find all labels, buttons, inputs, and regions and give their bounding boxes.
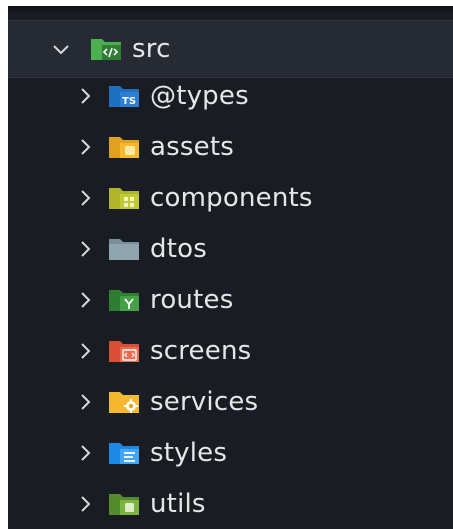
tree-row-services[interactable]: services	[8, 376, 453, 427]
folder-label-utils: utils	[150, 488, 206, 519]
folder-assets-icon	[108, 134, 140, 160]
folder-routes-icon	[108, 287, 140, 313]
ts-badge-text: TS	[122, 96, 136, 107]
folder-label-src: src	[132, 34, 171, 64]
folder-components-icon	[108, 185, 140, 211]
folder-label-components: components	[150, 182, 313, 213]
folder-label-assets: assets	[150, 131, 234, 162]
tree-row-dtos[interactable]: dtos	[8, 223, 453, 274]
folder-styles-icon	[108, 440, 140, 466]
folder-label-screens: screens	[150, 335, 252, 366]
folder-label-routes: routes	[150, 284, 234, 315]
chevron-right-icon[interactable]	[74, 493, 96, 515]
tree-row-routes[interactable]: routes	[8, 274, 453, 325]
chevron-right-icon[interactable]	[74, 340, 96, 362]
chevron-right-icon[interactable]	[74, 391, 96, 413]
tree-row-styles[interactable]: styles	[8, 427, 453, 478]
chevron-right-icon[interactable]	[74, 442, 96, 464]
tree-row-components[interactable]: components	[8, 172, 453, 223]
folder-services-icon	[108, 389, 140, 415]
folder-utils-icon	[108, 491, 140, 517]
explorer-top-edge	[8, 6, 453, 14]
folder-screens-icon	[108, 338, 140, 364]
folder-label-styles: styles	[150, 437, 228, 468]
tree-row-assets[interactable]: assets	[8, 121, 453, 172]
folder-typescript-icon: TS	[108, 83, 140, 109]
tree-row-types[interactable]: TS @types	[8, 70, 453, 121]
chevron-right-icon[interactable]	[74, 289, 96, 311]
folder-generic-icon	[108, 236, 140, 262]
folder-label-types: @types	[150, 80, 249, 111]
tree-row-utils[interactable]: utils	[8, 478, 453, 529]
folder-src-icon	[90, 36, 122, 62]
chevron-right-icon[interactable]	[74, 187, 96, 209]
chevron-right-icon[interactable]	[74, 238, 96, 260]
tree-row-screens[interactable]: screens	[8, 325, 453, 376]
folder-label-dtos: dtos	[150, 233, 207, 264]
chevron-right-icon[interactable]	[74, 136, 96, 158]
file-explorer: src TS @types assets components dtos rou…	[8, 6, 453, 529]
folder-label-services: services	[150, 386, 259, 417]
chevron-right-icon[interactable]	[74, 85, 96, 107]
chevron-down-icon[interactable]	[50, 38, 72, 60]
